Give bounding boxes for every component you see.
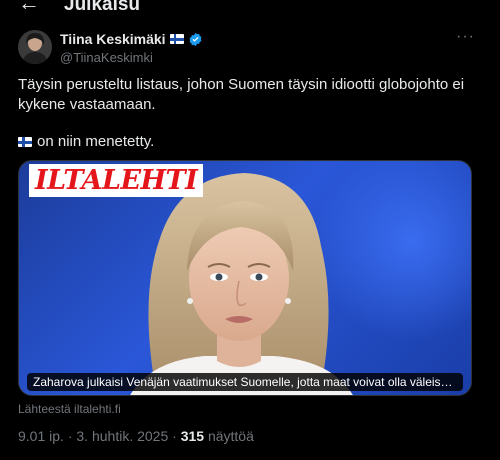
author-name-row[interactable]: Tiina Keskimäki — [60, 31, 203, 47]
author-handle[interactable]: @TiinaKeskimki — [60, 50, 153, 65]
tweet-text-line2: on niin menetetty. — [18, 132, 154, 152]
arrow-left-icon[interactable]: ← — [18, 0, 40, 14]
more-options-icon[interactable]: ··· — [456, 28, 475, 46]
card-caption[interactable]: Zaharova julkaisi Venäjän vaatimukset Su… — [27, 373, 463, 391]
card-source[interactable]: Lähteestä iltalehti.fi — [18, 402, 121, 416]
tweet-text: Täysin perusteltu listaus, johon Suomen … — [18, 76, 465, 113]
meta-separator: · — [172, 428, 177, 444]
verified-badge-icon — [189, 32, 202, 46]
avatar-image — [18, 30, 52, 64]
views-count: 315 — [180, 428, 205, 444]
tweet-meta: 9.01 ip. · 3. huhtik. 2025 · 315 näyttöä — [18, 428, 254, 444]
tweet-time[interactable]: 9.01 ip. — [18, 428, 64, 444]
tweet-date[interactable]: 3. huhtik. 2025 — [76, 428, 168, 444]
views-label: näyttöä — [207, 428, 254, 444]
meta-separator: · — [67, 428, 73, 444]
iltalehti-logo: ILTALEHTI — [29, 164, 204, 197]
avatar[interactable] — [18, 30, 52, 64]
page-title: Julkaisu — [64, 0, 141, 14]
tweet-line2-text: on niin menetetty. — [37, 133, 155, 150]
link-card[interactable]: ILTALEHTI Zaharova julkaisi Venäjän vaat… — [18, 160, 472, 396]
finland-flag-icon — [169, 34, 184, 44]
author-name[interactable]: Tiina Keskimäki — [60, 31, 166, 47]
top-bar: ← Julkaisu — [0, 0, 500, 14]
finland-flag-icon — [18, 137, 32, 147]
